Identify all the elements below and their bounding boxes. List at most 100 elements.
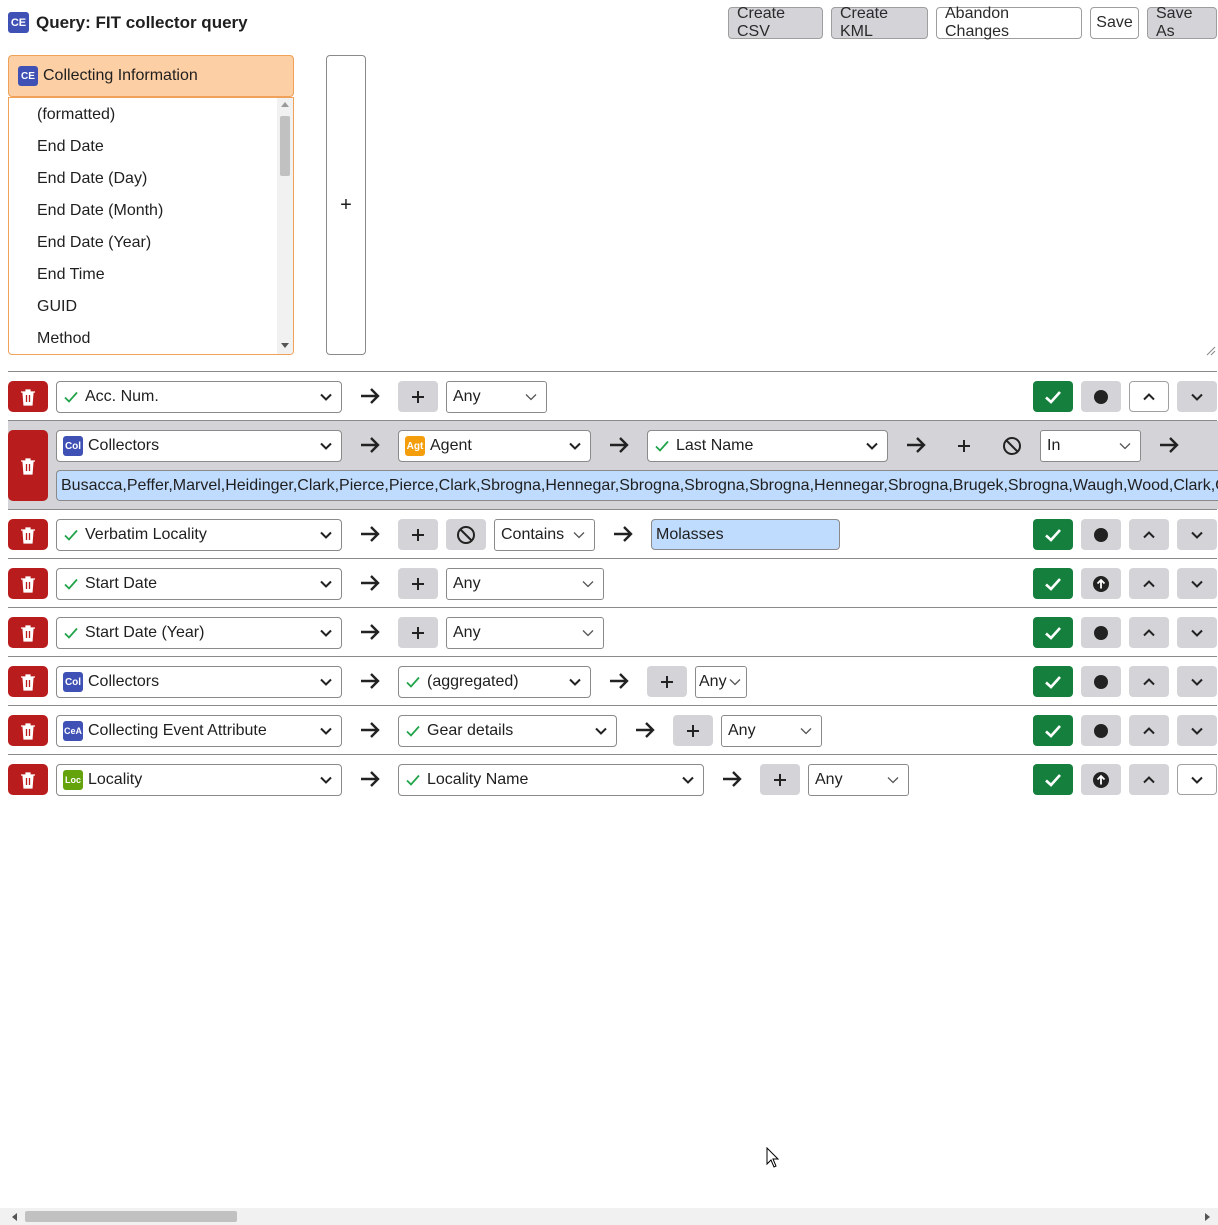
save-button[interactable]: Save (1090, 7, 1139, 39)
scroll-down-icon[interactable] (281, 343, 289, 348)
scroll-thumb[interactable] (25, 1211, 237, 1222)
display-toggle-button[interactable] (1033, 519, 1073, 550)
move-down-button[interactable] (1177, 617, 1217, 648)
move-up-button[interactable] (1129, 617, 1169, 648)
scroll-right-icon[interactable] (1205, 1213, 1210, 1221)
sort-button[interactable] (1081, 381, 1121, 412)
field-item-end-date-month[interactable]: End Date (Month) (37, 202, 163, 220)
add-field-button[interactable]: + (326, 55, 366, 355)
delete-line-button[interactable] (8, 666, 48, 697)
add-button[interactable] (398, 519, 438, 550)
table-select[interactable]: Loc Locality (56, 764, 342, 796)
sort-button[interactable] (1081, 568, 1121, 599)
sort-button[interactable] (1081, 764, 1121, 795)
operator-select[interactable]: Any (446, 381, 547, 413)
table-select[interactable]: CeA Collecting Event Attribute (56, 715, 342, 747)
abandon-changes-button[interactable]: Abandon Changes (936, 5, 1082, 40)
field-select[interactable]: Acc. Num. (56, 381, 342, 413)
move-down-button[interactable] (1177, 764, 1217, 795)
delete-line-button[interactable] (8, 617, 48, 648)
field-item-end-date-day[interactable]: End Date (Day) (37, 170, 147, 188)
relation-select[interactable]: Agt Agent (398, 430, 591, 462)
operator-select[interactable]: Any (721, 715, 822, 747)
display-toggle-button[interactable] (1033, 381, 1073, 412)
add-button[interactable] (398, 381, 438, 412)
display-toggle-button[interactable] (1033, 764, 1073, 795)
move-up-button[interactable] (1129, 519, 1169, 550)
display-toggle-button[interactable] (1033, 617, 1073, 648)
move-up-button[interactable] (1129, 568, 1169, 599)
scroll-up-icon[interactable] (281, 102, 289, 107)
agent-icon: Agt (405, 436, 425, 456)
table-select[interactable]: Col Collectors (56, 430, 342, 462)
display-toggle-button[interactable] (1033, 666, 1073, 697)
app-logo-icon: CE (8, 12, 29, 33)
field-select[interactable]: Start Date (56, 568, 342, 600)
move-up-button[interactable] (1129, 764, 1169, 795)
field-select[interactable]: (aggregated) (398, 666, 591, 698)
list-scrollbar[interactable] (277, 98, 293, 354)
move-down-button[interactable] (1177, 519, 1217, 550)
move-down-button[interactable] (1177, 568, 1217, 599)
display-toggle-button[interactable] (1033, 715, 1073, 746)
operator-select[interactable]: Contains (494, 519, 595, 551)
display-toggle-button[interactable] (1033, 568, 1073, 599)
table-select[interactable]: Col Collectors (56, 666, 342, 698)
move-up-button[interactable] (1129, 381, 1169, 412)
value-input[interactable]: Molasses (651, 519, 840, 550)
delete-line-button[interactable] (8, 568, 48, 599)
field-select[interactable]: Start Date (Year) (56, 617, 342, 649)
scroll-left-icon[interactable] (12, 1213, 17, 1221)
field-select[interactable]: Gear details (398, 715, 617, 747)
operator-select[interactable]: In (1040, 430, 1141, 462)
operator-select[interactable]: Any (446, 617, 604, 649)
value-input[interactable]: Busacca,Peffer,Marvel,Heidinger,Clark,Pi… (56, 470, 1218, 501)
table-header[interactable]: CE Collecting Information (8, 55, 294, 97)
chevron-down-icon (1189, 389, 1205, 405)
field-select[interactable]: Verbatim Locality (56, 519, 342, 551)
add-button[interactable] (398, 568, 438, 599)
negate-button[interactable] (446, 519, 486, 550)
arrow-right-icon (358, 433, 382, 457)
delete-line-button[interactable] (8, 430, 48, 501)
move-down-button[interactable] (1177, 381, 1217, 412)
field-item-method[interactable]: Method (37, 330, 90, 348)
move-down-button[interactable] (1177, 715, 1217, 746)
scroll-thumb[interactable] (280, 116, 290, 176)
field-select[interactable]: Last Name (647, 430, 888, 462)
move-up-button[interactable] (1129, 715, 1169, 746)
operator-select[interactable]: Any (695, 666, 747, 698)
add-button[interactable] (944, 430, 984, 461)
horizontal-scrollbar[interactable] (0, 1208, 1218, 1225)
field-item-end-date[interactable]: End Date (37, 138, 104, 156)
field-item-end-date-year[interactable]: End Date (Year) (37, 234, 151, 252)
add-button[interactable] (673, 715, 713, 746)
sort-button[interactable] (1081, 617, 1121, 648)
delete-line-button[interactable] (8, 519, 48, 550)
field-list[interactable]: (formatted) End Date End Date (Day) End … (8, 97, 294, 355)
resize-handle-icon[interactable] (1206, 343, 1216, 356)
save-as-button[interactable]: Save As (1147, 5, 1217, 40)
delete-line-button[interactable] (8, 764, 48, 795)
negate-button[interactable] (992, 430, 1032, 461)
sort-button[interactable] (1081, 519, 1121, 550)
value-text: Molasses (656, 525, 724, 543)
sort-button[interactable] (1081, 666, 1121, 697)
operator-select[interactable]: Any (446, 568, 604, 600)
create-csv-button[interactable]: Create CSV (728, 5, 823, 40)
field-select[interactable]: Locality Name (398, 764, 704, 796)
sort-button[interactable] (1081, 715, 1121, 746)
move-down-button[interactable] (1177, 666, 1217, 697)
operator-select[interactable]: Any (808, 764, 909, 796)
delete-line-button[interactable] (8, 381, 48, 412)
create-kml-button[interactable]: Create KML (831, 5, 928, 40)
field-item-guid[interactable]: GUID (37, 298, 77, 316)
field-item-formatted[interactable]: (formatted) (37, 106, 115, 124)
add-button[interactable] (398, 617, 438, 648)
move-up-button[interactable] (1129, 666, 1169, 697)
add-button[interactable] (647, 666, 687, 697)
delete-line-button[interactable] (8, 715, 48, 746)
chevron-down-icon (319, 528, 333, 542)
field-item-end-time[interactable]: End Time (37, 266, 105, 284)
add-button[interactable] (760, 764, 800, 795)
